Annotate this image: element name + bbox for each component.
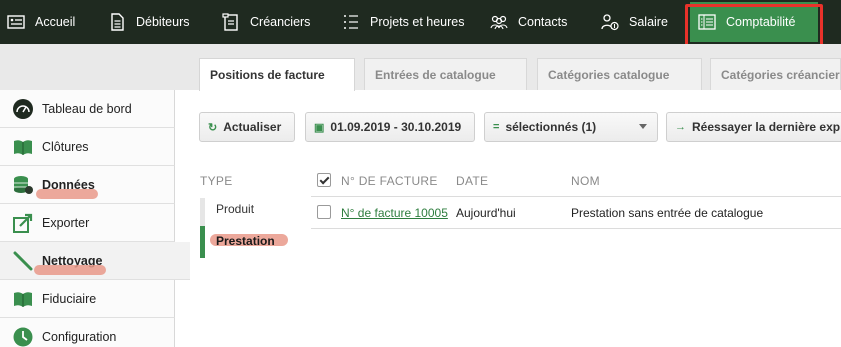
refresh-button[interactable]: ↻ Actualiser <box>199 112 295 142</box>
salary-icon <box>601 13 619 31</box>
tab-label: Catégories catalogue <box>548 67 670 82</box>
nav-label: Salaire <box>629 15 668 29</box>
sidebar-item-label: Fiduciaire <box>42 291 97 306</box>
refresh-icon: ↻ <box>208 121 218 134</box>
sidebar-item-configuration[interactable]: Configuration <box>0 318 175 347</box>
book-icon <box>12 136 34 158</box>
selection-dropdown[interactable]: = sélectionnés (1) <box>484 112 658 142</box>
type-filter-prestation[interactable]: Prestation <box>216 234 275 248</box>
nav-label: Projets et heures <box>370 15 465 29</box>
nav-item-projets[interactable]: Projets et heures <box>342 0 465 44</box>
arrow-right-icon: → <box>675 121 686 133</box>
selection-label: sélectionnés (1) <box>505 120 597 134</box>
column-header-invoice-number[interactable]: N° DE FACTURE <box>341 174 438 188</box>
export-icon <box>12 212 34 234</box>
invoice-icon <box>222 13 240 31</box>
sidebar-item-tableau-de-bord[interactable]: Tableau de bord <box>0 90 175 128</box>
nav-item-accueil[interactable]: Accueil <box>7 0 75 44</box>
nav-label: Accueil <box>35 15 76 29</box>
date-range-button[interactable]: ▣ 01.09.2019 - 30.10.2019 <box>305 112 475 142</box>
nav-label: Créanciers <box>250 15 311 29</box>
nav-item-debiteurs[interactable]: Débiteurs <box>108 0 190 44</box>
sidebar: Tableau de bord Clôtures Données Exporte… <box>0 90 190 347</box>
type-filter-header: TYPE <box>200 174 233 188</box>
tab-label: Catégories créancier <box>721 67 840 82</box>
chevron-down-icon <box>639 124 647 129</box>
type-filter-active-indicator <box>200 226 205 258</box>
column-header-name[interactable]: NOM <box>571 174 600 188</box>
tab-label: Positions de facture <box>210 68 325 82</box>
column-header-date[interactable]: DATE <box>456 174 488 188</box>
sidebar-item-label: Clôtures <box>42 139 89 154</box>
invoice-number-link[interactable]: N° de facture 10005 <box>341 206 451 220</box>
select-all-checkbox[interactable] <box>317 173 331 187</box>
equals-icon: = <box>493 121 500 133</box>
refresh-label: Actualiser <box>223 120 282 134</box>
nav-label: Comptabilité <box>726 15 796 29</box>
calendar-icon: ▣ <box>314 121 325 134</box>
people-icon <box>490 13 508 31</box>
annotation-underline <box>36 189 98 199</box>
book-icon <box>12 288 34 310</box>
retry-label: Réessayer la dernière exp <box>692 120 841 134</box>
top-navigation: Accueil Débiteurs Créanciers Projets et … <box>0 0 841 44</box>
row-checkbox[interactable] <box>317 205 331 219</box>
database-icon <box>12 174 34 196</box>
ledger-icon <box>698 13 716 31</box>
table-divider <box>311 196 841 197</box>
tab-categories-catalogue[interactable]: Catégories catalogue <box>537 58 702 90</box>
table-divider <box>311 228 841 229</box>
sidebar-item-clotures[interactable]: Clôtures <box>0 128 175 166</box>
tab-categories-creancier[interactable]: Catégories créancier <box>710 58 841 90</box>
sidebar-item-exporter[interactable]: Exporter <box>0 204 175 242</box>
sidebar-item-fiduciaire[interactable]: Fiduciaire <box>0 280 175 318</box>
checklist-icon <box>342 13 360 31</box>
tab-positions-de-facture[interactable]: Positions de facture <box>199 58 355 91</box>
retry-export-button[interactable]: → Réessayer la dernière exp <box>666 112 841 142</box>
nav-item-creanciers[interactable]: Créanciers <box>222 0 310 44</box>
document-icon <box>108 13 126 31</box>
date-range-label: 01.09.2019 - 30.10.2019 <box>330 120 462 134</box>
nav-item-comptabilite[interactable]: Comptabilité <box>690 2 818 42</box>
sidebar-item-label: Tableau de bord <box>42 101 132 116</box>
nav-label: Débiteurs <box>136 15 190 29</box>
clock-icon <box>12 326 34 347</box>
tab-entrees-de-catalogue[interactable]: Entrées de catalogue <box>364 58 527 90</box>
home-list-icon <box>7 13 25 31</box>
dashboard-icon <box>12 98 34 120</box>
nav-item-salaire[interactable]: Salaire <box>601 0 668 44</box>
tab-label: Entrées de catalogue <box>375 67 496 82</box>
type-filter-produit[interactable]: Produit <box>216 202 254 216</box>
row-name: Prestation sans entrée de catalogue <box>571 206 764 220</box>
broom-icon <box>12 250 34 272</box>
annotation-underline <box>34 265 106 275</box>
sidebar-item-label: Configuration <box>42 329 117 344</box>
nav-label: Contacts <box>518 15 568 29</box>
type-filter-list: Produit Prestation <box>200 192 295 258</box>
row-date: Aujourd'hui <box>456 206 516 220</box>
nav-item-contacts[interactable]: Contacts <box>490 0 567 44</box>
sidebar-item-label: Exporter <box>42 215 90 230</box>
